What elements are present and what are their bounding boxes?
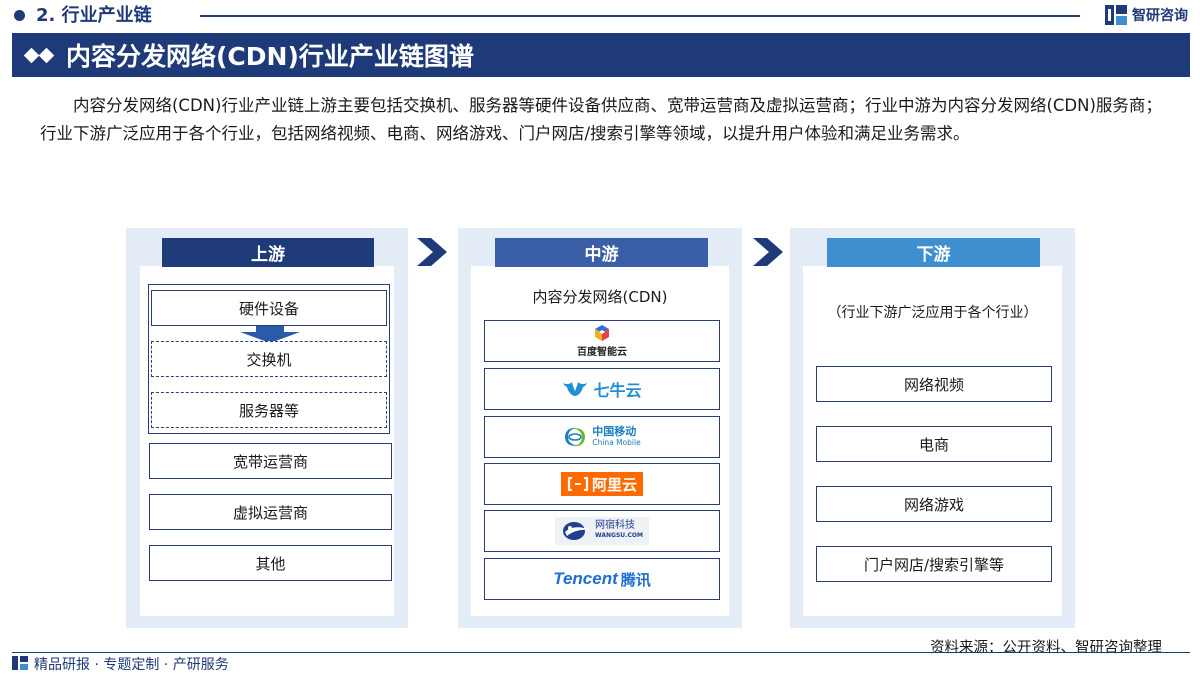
downstream-subtitle: （行业下游广泛应用于各个行业） xyxy=(827,305,1038,321)
zhiyan-logo-icon xyxy=(1105,5,1127,25)
downstream-header: 下游 xyxy=(827,238,1040,267)
online-gaming-box: 网络游戏 xyxy=(816,486,1052,522)
portal-search-box: 门户网店/搜索引擎等 xyxy=(816,546,1052,582)
ecommerce-box: 电商 xyxy=(816,426,1052,462)
page-title: 内容分发网络(CDN)行业产业链图谱 xyxy=(66,42,474,71)
source-note: 资料来源：公开资料、智研咨询整理 xyxy=(930,640,1162,656)
broadband-operator-box: 宽带运营商 xyxy=(149,443,392,479)
other-box: 其他 xyxy=(149,545,392,581)
wangsu-logo-badge: 网宿科技 WANGSU.COM xyxy=(555,517,649,545)
hardware-box: 硬件设备 xyxy=(151,290,387,326)
chevron-right-icon xyxy=(753,238,783,266)
footer-divider xyxy=(12,652,1190,653)
china-mobile-logo-subtext: China Mobile xyxy=(592,438,641,447)
tencent-logo-cn-text: 腾讯 xyxy=(620,570,651,589)
zhiyan-logo-icon xyxy=(12,656,28,670)
online-video-box: 网络视频 xyxy=(816,366,1052,402)
wangsu-logo-text: 网宿科技 xyxy=(595,520,636,531)
midstream-header: 中游 xyxy=(495,238,708,267)
section-title: 2. 行业产业链 xyxy=(36,5,152,26)
china-mobile-logo-text: 中国移动 xyxy=(592,425,637,438)
china-mobile-logo: 中国移动 China Mobile xyxy=(484,416,720,458)
wangsu-globe-icon xyxy=(563,522,591,540)
banner-diamond-icons xyxy=(23,47,56,63)
server-box: 服务器等 xyxy=(151,392,387,428)
wangsu-logo-subtext: WANGSU.COM xyxy=(595,532,643,539)
section-divider xyxy=(200,15,1080,17)
midstream-subtitle: 内容分发网络(CDN) xyxy=(532,288,668,306)
qiniu-cloud-logo: 七牛云 xyxy=(484,368,720,410)
intro-paragraph: 内容分发网络(CDN)行业产业链上游主要包括交换机、服务器等硬件设备供应商、宽带… xyxy=(40,96,1162,143)
brand-name: 智研咨询 xyxy=(1132,8,1188,24)
aliyun-bracket-icon xyxy=(567,477,589,491)
tencent-logo: Tencent 腾讯 xyxy=(484,558,720,600)
chevron-right-icon xyxy=(417,238,447,266)
aliyun-logo: 阿里云 xyxy=(484,463,720,505)
aliyun-logo-badge: 阿里云 xyxy=(560,472,643,496)
baidu-ai-cloud-logo: 百度智能云 xyxy=(484,320,720,362)
footer-slogan: 精品研报 · 专题定制 · 产研服务 xyxy=(34,657,229,673)
aliyun-logo-text: 阿里云 xyxy=(591,475,637,494)
section-bullet xyxy=(14,10,25,21)
title-banner: 内容分发网络(CDN)行业产业链图谱 xyxy=(12,33,1190,77)
baidu-logo-text: 百度智能云 xyxy=(577,347,627,358)
tencent-logo-text: Tencent xyxy=(553,569,618,588)
qiniu-logo-text: 七牛云 xyxy=(593,381,642,400)
virtual-operator-box: 虚拟运营商 xyxy=(149,494,392,530)
wangsu-logo: 网宿科技 WANGSU.COM xyxy=(484,510,720,552)
switch-box: 交换机 xyxy=(151,341,387,377)
upstream-header: 上游 xyxy=(162,238,374,267)
baidu-cloud-cube-icon xyxy=(595,325,609,341)
brand: 智研咨询 xyxy=(1105,5,1188,25)
qiniu-bird-icon xyxy=(563,382,588,396)
china-mobile-icon xyxy=(565,427,586,447)
